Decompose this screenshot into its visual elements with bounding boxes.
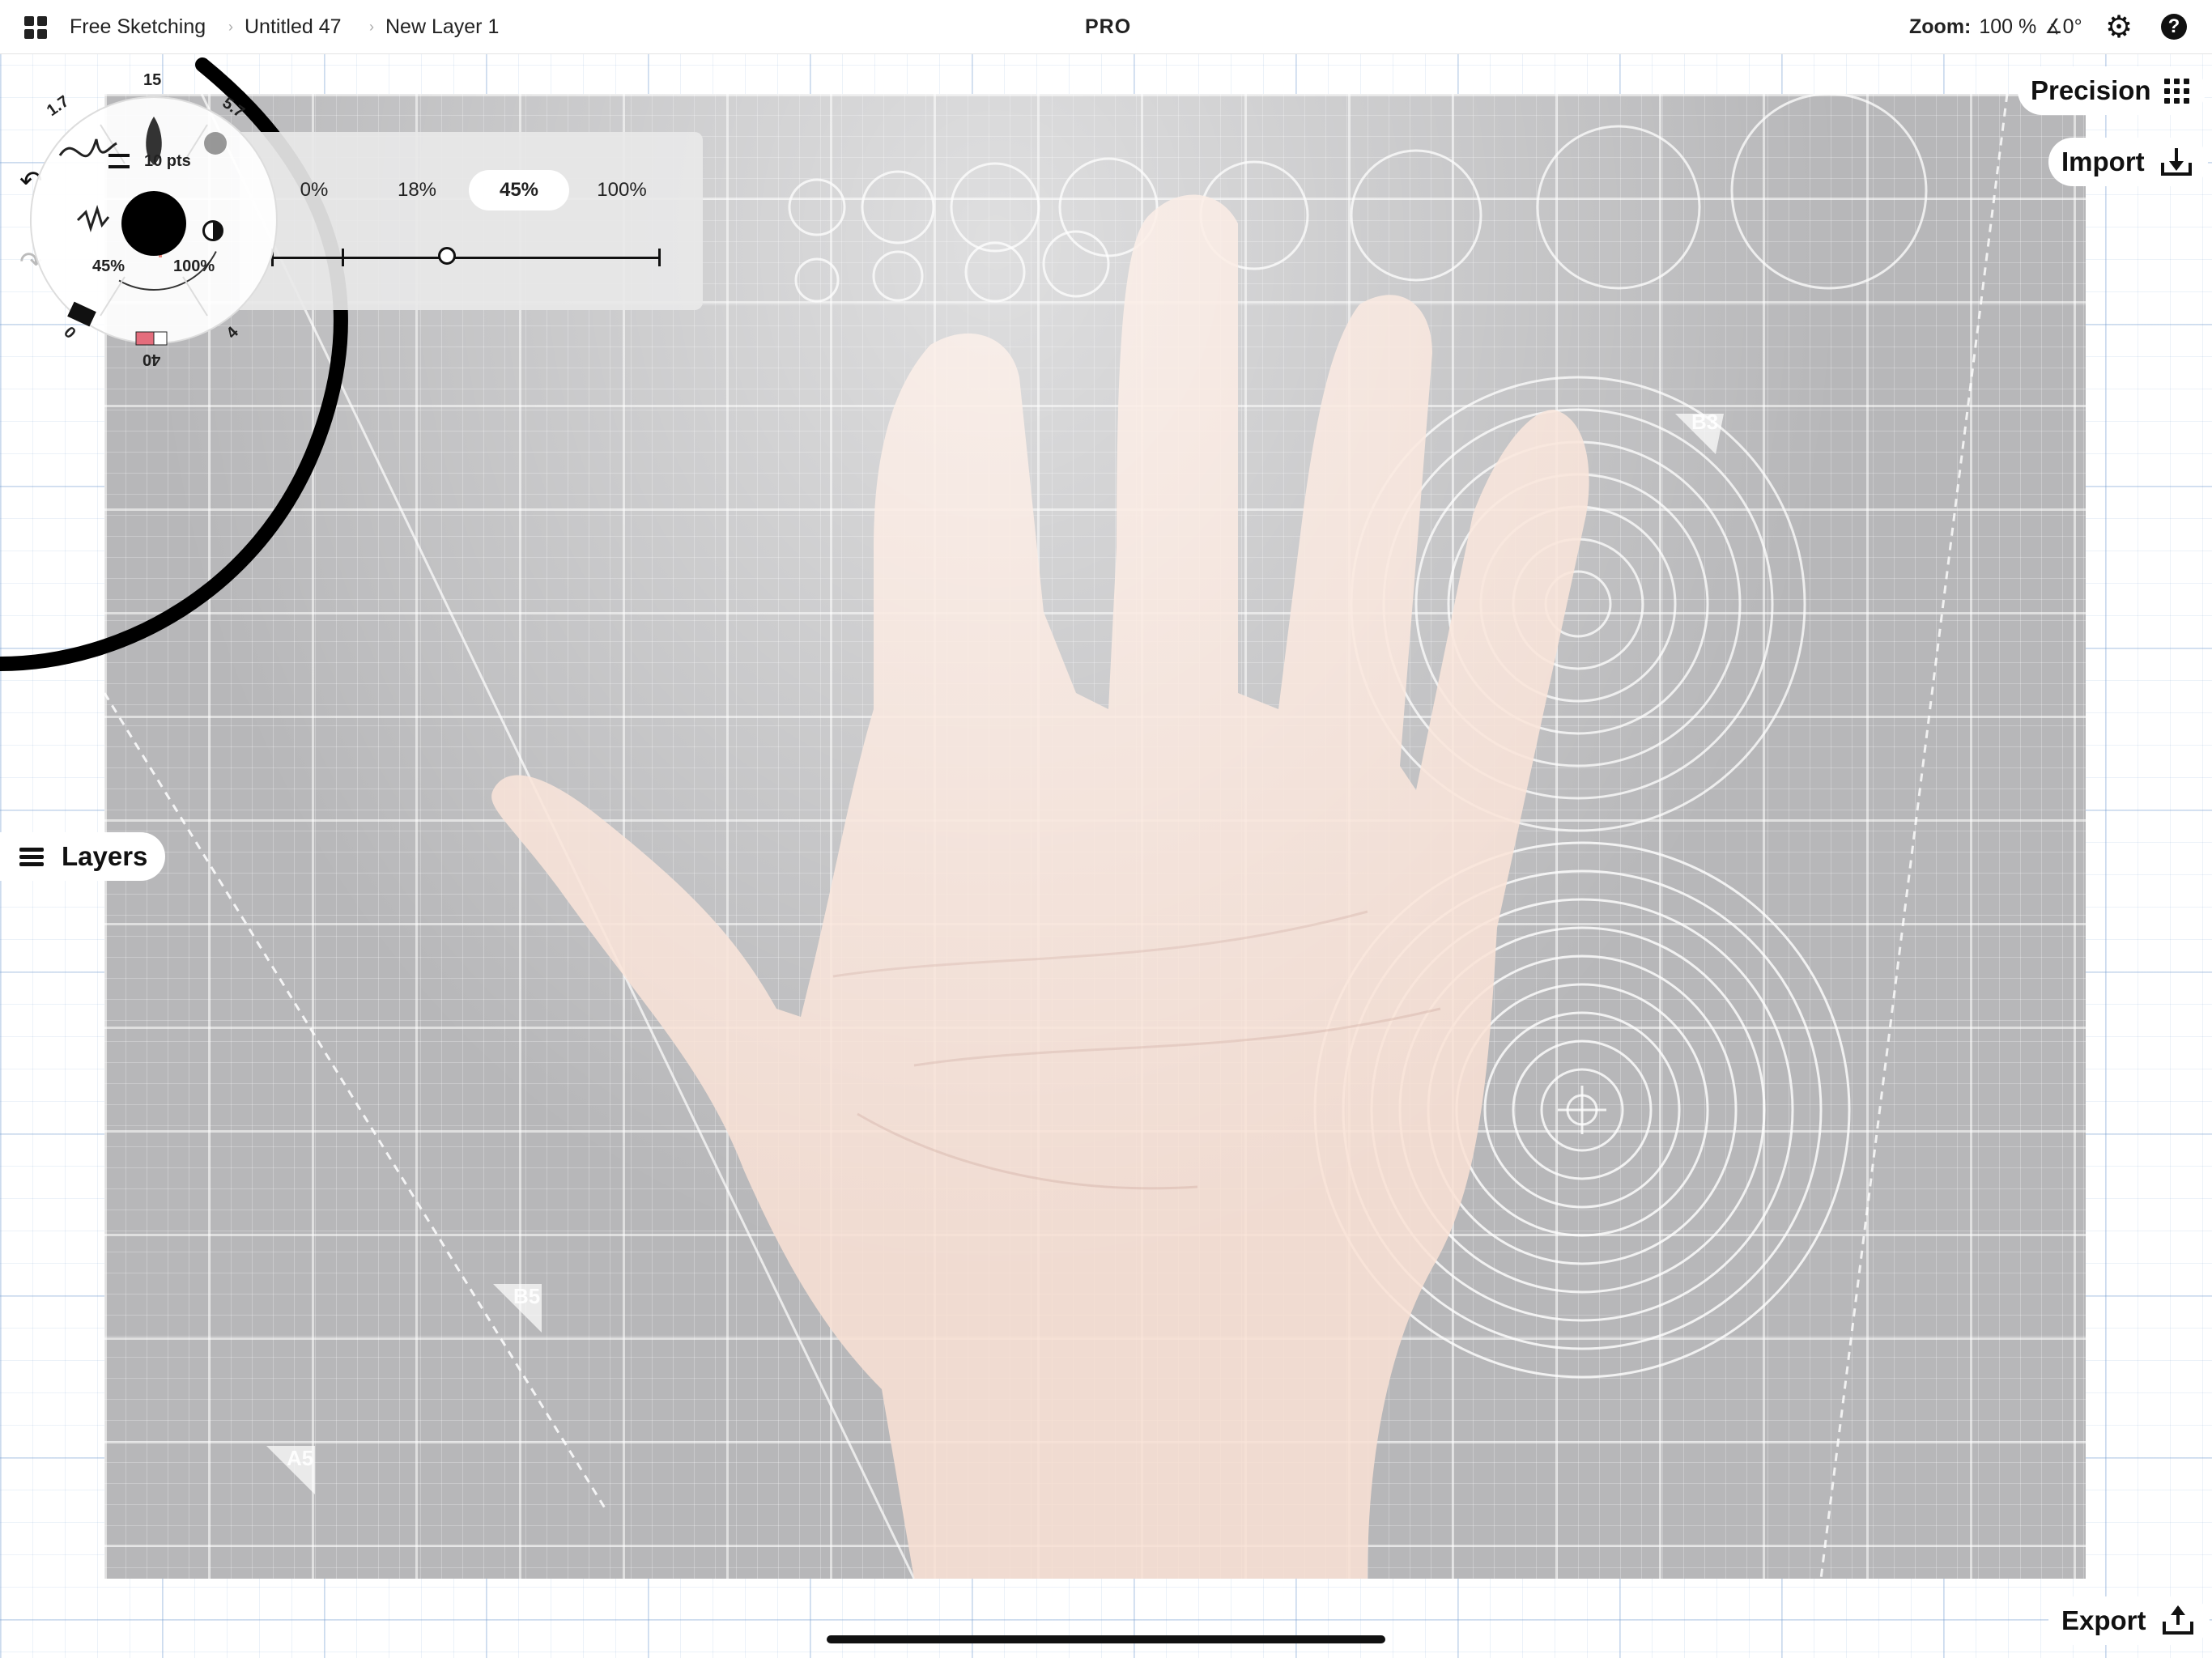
grid-icon[interactable] <box>24 16 47 39</box>
opacity-preset-18[interactable]: 18% <box>367 170 467 210</box>
import-button[interactable]: Import <box>2048 138 2208 186</box>
import-icon <box>2160 148 2192 176</box>
photo-highlight <box>104 94 2086 1579</box>
mat-label: B5 <box>513 1284 541 1308</box>
zoom-label: Zoom: <box>1909 15 1972 38</box>
brush-contrast-value: 100% <box>173 257 215 275</box>
size-icon <box>108 154 130 168</box>
layers-button[interactable]: Layers <box>0 832 166 881</box>
precision-button[interactable]: Precision <box>2018 66 2206 115</box>
rotation-value: ∡0° <box>2044 15 2082 38</box>
mat-label: B3 <box>1691 410 1719 434</box>
layers-label: Layers <box>62 841 148 871</box>
settings-button[interactable]: ⚙ <box>2105 0 2133 53</box>
slider-tick <box>342 249 344 266</box>
help-icon: ? <box>2161 14 2187 40</box>
chevron-right-icon: › <box>369 18 374 35</box>
opacity-slider-thumb[interactable] <box>438 247 456 265</box>
brush-wheel[interactable]: 1.7 15 5.7 4 40 0 10 pts 45% 100% <box>28 66 280 376</box>
export-icon <box>2162 1605 2193 1635</box>
zoom-value: 100 % <box>1979 15 2037 38</box>
slider-tick <box>658 249 661 266</box>
brush-size-label: 15 <box>143 71 162 89</box>
opacity-preset-100[interactable]: 100% <box>572 170 672 210</box>
brush-opacity-value: 45% <box>92 257 125 275</box>
export-label: Export <box>2061 1605 2146 1635</box>
layer-name: New Layer 1 <box>385 15 500 38</box>
pro-badge[interactable]: PRO <box>1085 0 1131 53</box>
reference-image[interactable]: B3 B5 A5 <box>104 94 2086 1579</box>
gear-icon: ⚙ <box>2105 10 2133 45</box>
import-label: Import <box>2061 147 2145 176</box>
top-bar: Free Sketching › Untitled 47 › New Layer… <box>0 0 2212 54</box>
home-indicator[interactable] <box>827 1635 1385 1643</box>
opacity-preset-45[interactable]: 45% <box>469 170 569 210</box>
precision-label: Precision <box>2031 75 2151 105</box>
brush-size-value: 10 pts <box>144 152 191 170</box>
contrast-icon <box>202 220 223 241</box>
export-button[interactable]: Export <box>2048 1596 2210 1645</box>
chevron-right-icon: › <box>228 18 233 35</box>
document-name: Untitled 47 <box>245 15 342 38</box>
dots-grid-icon <box>2163 78 2189 104</box>
opacity-panel: 0% 18% 45% 100% <box>240 132 703 310</box>
breadcrumb-document[interactable]: › Untitled 47 <box>228 0 342 53</box>
breadcrumb-layer[interactable]: › New Layer 1 <box>369 0 499 53</box>
breadcrumb-app[interactable]: Free Sketching <box>70 0 206 53</box>
mat-label: A5 <box>287 1446 314 1470</box>
brush-size-label: 40 <box>143 351 161 368</box>
brush-color-swatch[interactable] <box>121 191 186 256</box>
help-button[interactable]: ? <box>2161 0 2187 53</box>
zoom-indicator[interactable]: Zoom: 100 % ∡0° <box>1909 0 2082 53</box>
layers-icon <box>19 847 44 866</box>
opacity-slider[interactable] <box>271 247 661 266</box>
